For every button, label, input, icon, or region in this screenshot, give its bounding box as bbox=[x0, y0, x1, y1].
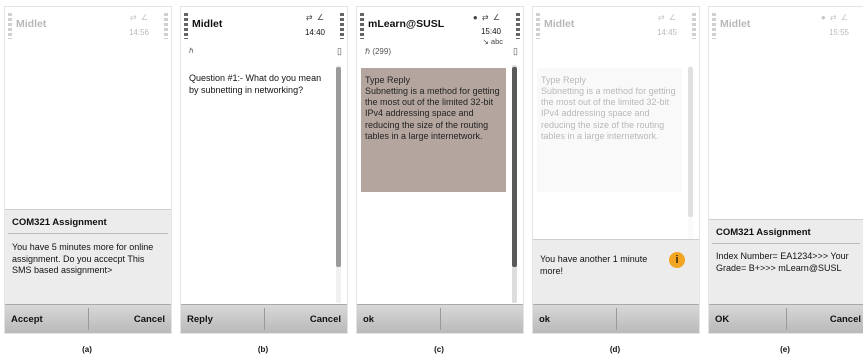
signal-strength-icon bbox=[184, 13, 188, 39]
clock: 15:40 bbox=[480, 27, 501, 36]
battery-icon bbox=[516, 13, 520, 39]
scroll-thumb bbox=[688, 67, 693, 217]
keyboard-icon: ▯ bbox=[337, 46, 342, 56]
input-mode-icon: ℏ bbox=[365, 47, 371, 56]
softkey-bar: OK Cancel bbox=[709, 304, 863, 333]
clock: 14:40 bbox=[304, 28, 325, 37]
message-counter: ℏ (299) bbox=[365, 47, 391, 56]
app-title: Midlet bbox=[544, 18, 575, 30]
app-title: mLearn@SUSL bbox=[368, 18, 445, 30]
ok-button[interactable]: ok bbox=[363, 314, 374, 325]
reply-field-label: Type Reply bbox=[541, 75, 587, 85]
caption-e: (e) bbox=[780, 345, 790, 354]
cancel-button[interactable]: Cancel bbox=[830, 314, 861, 325]
reply-field-label: Type Reply bbox=[365, 75, 411, 85]
signal-strength-icon bbox=[360, 13, 364, 39]
softkey-divider bbox=[440, 308, 441, 330]
pen-icon: ↘ bbox=[482, 37, 489, 46]
reply-button[interactable]: Reply bbox=[187, 314, 213, 325]
phone-screen-d: Midlet ⇄ ∠ 14:45 Type Reply Subnetting i… bbox=[532, 6, 700, 334]
status-bar: Midlet ⇄ ∠ 14:45 bbox=[533, 7, 699, 47]
scrollbar[interactable] bbox=[512, 65, 517, 303]
softkey-bar: Accept Cancel bbox=[5, 304, 171, 333]
network-icon: ⇄ ∠ bbox=[657, 13, 677, 22]
scroll-thumb[interactable] bbox=[336, 67, 341, 267]
battery-icon bbox=[164, 13, 168, 39]
caption-a: (a) bbox=[82, 345, 92, 354]
cancel-button[interactable]: Cancel bbox=[134, 314, 165, 325]
phone-screen-a: Midlet ⇄ ∠ 14:56 COM321 Assignment You h… bbox=[4, 6, 172, 334]
softkey-bar: ok bbox=[533, 304, 699, 333]
status-bar: Midlet ● ⇄ ∠ 15:55 bbox=[709, 7, 863, 47]
battery-icon bbox=[692, 13, 696, 39]
signal-strength-icon bbox=[536, 13, 540, 39]
softkey-divider bbox=[616, 308, 617, 330]
reply-field-text[interactable]: Subnetting is a method for getting the m… bbox=[365, 86, 505, 142]
status-bar: Midlet ⇄ ∠ 14:40 bbox=[181, 7, 347, 47]
app-title: Midlet bbox=[16, 18, 47, 30]
network-icon: ● ⇄ ∠ bbox=[472, 13, 501, 22]
signal-strength-icon bbox=[8, 13, 12, 39]
input-mode-label: abc bbox=[490, 37, 503, 46]
dialog-title: COM321 Assignment bbox=[716, 227, 811, 238]
input-mode-icon: ℏ bbox=[189, 48, 194, 55]
phone-screen-b: Midlet ⇄ ∠ 14:40 ℏ ▯ Question #1:- What … bbox=[180, 6, 348, 334]
text-input-indicator: ↘ abc bbox=[483, 37, 503, 46]
ok-button[interactable]: ok bbox=[539, 314, 550, 325]
scrollbar[interactable] bbox=[336, 65, 341, 303]
question-text: Question #1:- What do you mean by subnet… bbox=[189, 73, 322, 95]
clock: 14:56 bbox=[128, 28, 149, 37]
keyboard-icon: ▯ bbox=[513, 46, 518, 56]
app-title: Midlet bbox=[192, 18, 223, 30]
dialog-title: COM321 Assignment bbox=[12, 217, 107, 228]
accept-button[interactable]: Accept bbox=[11, 314, 43, 325]
ok-button[interactable]: OK bbox=[715, 314, 729, 325]
alert-message: You have another 1 minute more! bbox=[540, 254, 648, 276]
network-icon: ● ⇄ ∠ bbox=[820, 13, 849, 22]
dialog-message: You have 5 minutes more for online assig… bbox=[12, 242, 154, 275]
softkey-divider bbox=[88, 308, 89, 330]
scroll-thumb[interactable] bbox=[512, 67, 517, 267]
dialog-message: Index Number= EA1234>>> Your Grade= B+>>… bbox=[716, 251, 849, 273]
scrollbar bbox=[688, 65, 693, 245]
phone-screen-c: mLearn@SUSL ● ⇄ ∠ 15:40 ℏ (299) ↘ abc ▯ … bbox=[356, 6, 524, 334]
reply-field-text: Subnetting is a method for getting the m… bbox=[541, 86, 676, 141]
clock: 14:45 bbox=[656, 28, 677, 37]
cancel-button[interactable]: Cancel bbox=[310, 314, 341, 325]
softkey-divider bbox=[786, 308, 787, 330]
phone-screen-e: Midlet ● ⇄ ∠ 15:55 COM321 Assignment Ind… bbox=[708, 6, 863, 334]
character-count: (299) bbox=[372, 47, 391, 56]
confirmation-dialog: COM321 Assignment You have 5 minutes mor… bbox=[5, 209, 171, 306]
caption-c: (c) bbox=[434, 345, 444, 354]
app-title: Midlet bbox=[720, 18, 751, 30]
network-icon: ⇄ ∠ bbox=[129, 13, 149, 22]
signal-strength-icon bbox=[712, 13, 716, 39]
alert-dialog: You have another 1 minute more! bbox=[533, 239, 699, 306]
softkey-divider bbox=[264, 308, 265, 330]
softkey-bar: Reply Cancel bbox=[181, 304, 347, 333]
result-dialog: COM321 Assignment Index Number= EA1234>>… bbox=[709, 219, 863, 306]
network-icon: ⇄ ∠ bbox=[305, 13, 325, 22]
caption-d: (d) bbox=[609, 345, 621, 354]
softkey-bar: ok bbox=[357, 304, 523, 333]
clock: 15:55 bbox=[828, 28, 849, 37]
status-bar: Midlet ⇄ ∠ 14:56 bbox=[5, 7, 171, 47]
battery-icon bbox=[340, 13, 344, 39]
caption-b: (b) bbox=[257, 345, 269, 354]
dialog-divider bbox=[8, 233, 168, 234]
info-icon: i bbox=[669, 252, 685, 268]
dialog-divider bbox=[712, 243, 860, 244]
